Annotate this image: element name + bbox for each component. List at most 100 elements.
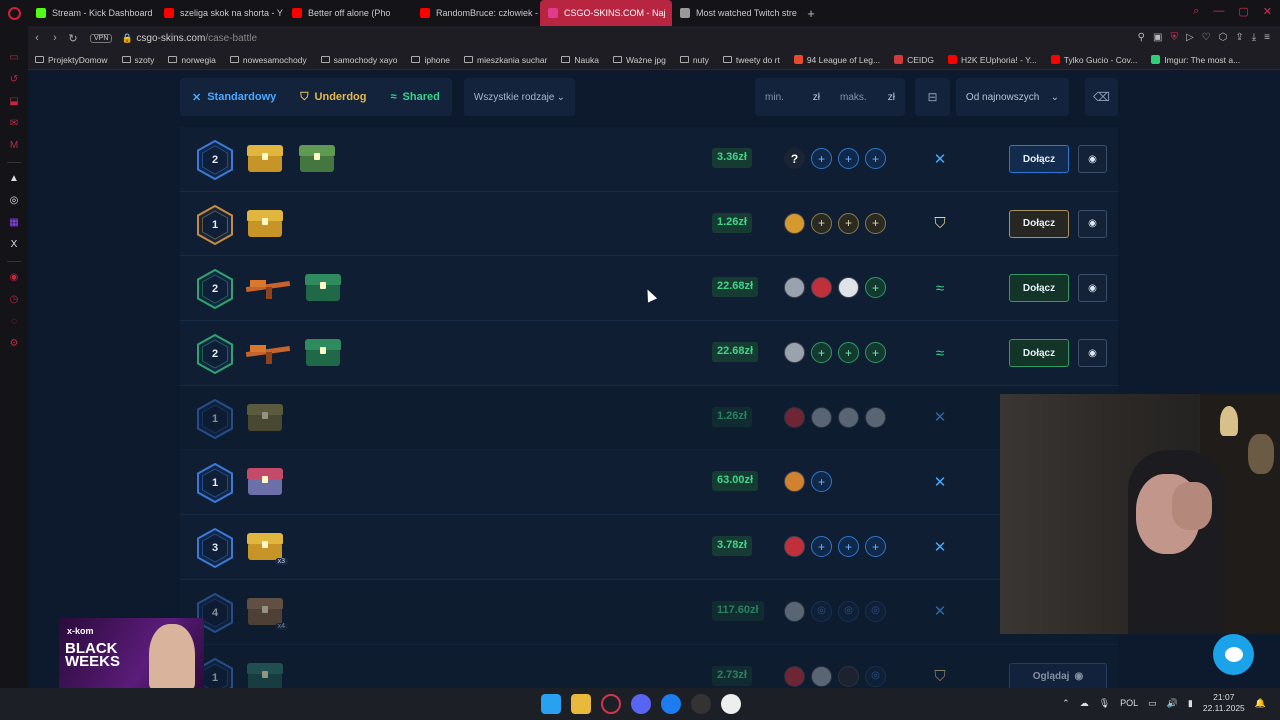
bookmark-item[interactable]: mieszkania suchar: [457, 55, 554, 65]
share-icon[interactable]: ⇪: [1235, 32, 1243, 43]
screenshot-icon[interactable]: ▣: [1153, 32, 1162, 43]
player-avatar[interactable]: [811, 665, 832, 687]
view-battle-eye-icon[interactable]: ◉: [1078, 274, 1107, 303]
join-slot-plus-icon[interactable]: +: [865, 342, 886, 364]
join-slot-plus-icon[interactable]: +: [811, 148, 832, 169]
join-battle-button[interactable]: Dołącz: [1009, 339, 1069, 368]
bookmark-item[interactable]: CEIDG: [887, 55, 941, 65]
bookmark-item[interactable]: Nauka: [554, 55, 606, 65]
bookmark-item[interactable]: iphone: [404, 55, 457, 65]
join-slot-plus-icon[interactable]: +: [811, 471, 832, 493]
view-battle-eye-icon[interactable]: ◉: [1078, 145, 1107, 173]
notification-bell-icon[interactable]: 🔔: [1255, 698, 1266, 709]
player-avatar[interactable]: [838, 406, 859, 428]
player-avatar[interactable]: [865, 406, 886, 428]
steam-icon[interactable]: ◎: [8, 195, 20, 207]
cloud-icon[interactable]: ☁: [1080, 698, 1089, 709]
join-slot-plus-icon[interactable]: +: [865, 148, 886, 169]
player-avatar[interactable]: [784, 536, 805, 558]
extensions-icon[interactable]: ⬡: [1219, 32, 1228, 43]
wallet-icon[interactable]: ⬓: [8, 96, 20, 108]
download-icon[interactable]: ⤓: [1252, 32, 1256, 43]
search-tabs-icon[interactable]: ⌕: [1193, 5, 1199, 18]
pin-icon[interactable]: ⚲: [1138, 32, 1145, 43]
reset-filters-button[interactable]: ⌫: [1085, 78, 1118, 116]
x-icon[interactable]: X: [8, 239, 20, 251]
history-icon[interactable]: ↺: [8, 74, 20, 86]
windows-start-icon[interactable]: [541, 694, 561, 714]
network-icon[interactable]: ▭: [1148, 698, 1157, 709]
close-window-button[interactable]: ✕: [1263, 5, 1272, 18]
player-avatar[interactable]: [838, 665, 859, 687]
menu-icon[interactable]: ≡: [1264, 32, 1270, 43]
min-price-input[interactable]: min. zł: [755, 92, 830, 103]
player-avatar[interactable]: [784, 665, 805, 687]
bookmark-item[interactable]: 94 League of Leg...: [787, 55, 887, 65]
player-avatar[interactable]: [838, 277, 859, 299]
taskbar-clock[interactable]: 21:07 22.11.2025: [1203, 692, 1245, 714]
player-icon[interactable]: ◉: [8, 272, 20, 284]
chrome-icon[interactable]: [721, 694, 741, 714]
forward-icon[interactable]: ›: [46, 32, 64, 44]
vpn-badge[interactable]: VPN: [90, 33, 113, 43]
volume-icon[interactable]: 🔊: [1167, 698, 1178, 709]
max-price-input[interactable]: maks. zł: [830, 92, 905, 103]
type-select[interactable]: Wszystkie rodzaje ⌄: [463, 78, 576, 116]
filter-shared-button[interactable]: ≈ Shared: [378, 78, 452, 116]
maximize-button[interactable]: ▢: [1238, 5, 1248, 18]
join-battle-button[interactable]: Dołącz: [1009, 274, 1069, 303]
clock-icon[interactable]: ◷: [8, 294, 20, 306]
case-filter-button[interactable]: ⊟: [915, 78, 950, 116]
join-battle-button[interactable]: Dołącz: [1009, 209, 1069, 238]
chat-icon[interactable]: ◌: [8, 316, 20, 328]
filter-underdog-button[interactable]: ⛉ Underdog: [288, 78, 379, 116]
join-slot-plus-icon[interactable]: +: [838, 342, 859, 364]
player-avatar[interactable]: [784, 471, 805, 493]
bookmark-item[interactable]: samochody xayo: [314, 55, 405, 65]
view-battle-eye-icon[interactable]: ◉: [1078, 339, 1107, 368]
discord-icon[interactable]: [631, 694, 651, 714]
bookmark-item[interactable]: Tylko Gucio - Cov...: [1044, 55, 1145, 65]
join-slot-plus-icon[interactable]: +: [865, 536, 886, 558]
player-avatar[interactable]: [784, 600, 805, 622]
heart-icon[interactable]: ♡: [1202, 32, 1211, 43]
player-avatar[interactable]: [784, 212, 805, 234]
microphone-icon[interactable]: 🎙: [1099, 698, 1110, 709]
join-slot-plus-icon[interactable]: +: [865, 212, 886, 234]
language-indicator[interactable]: POL: [1120, 698, 1138, 708]
new-tab-button[interactable]: +: [800, 6, 822, 21]
join-slot-plus-icon[interactable]: +: [811, 342, 832, 364]
kick-icon[interactable]: ▲: [8, 173, 20, 185]
sort-select[interactable]: Od najnowszych ⌄: [955, 78, 1070, 116]
workspace-icon[interactable]: ▭: [8, 52, 20, 64]
url-field[interactable]: csgo-skins.com/case-battle: [136, 33, 257, 44]
filter-standard-button[interactable]: ✕ Standardowy: [180, 78, 289, 116]
tray-expand-icon[interactable]: ⌃: [1062, 698, 1070, 709]
messenger-icon[interactable]: ✉: [8, 118, 20, 130]
back-icon[interactable]: ‹: [28, 32, 46, 44]
join-slot-plus-icon[interactable]: +: [811, 536, 832, 558]
player-avatar[interactable]: [811, 406, 832, 428]
file-explorer-icon[interactable]: [571, 694, 591, 714]
minimize-button[interactable]: —: [1213, 5, 1224, 18]
join-slot-plus-icon[interactable]: +: [838, 212, 859, 234]
view-battle-eye-icon[interactable]: ◉: [1078, 209, 1107, 238]
browser-tab[interactable]: Stream - Kick Dashboard: [28, 0, 156, 26]
shield-icon[interactable]: ⛨: [1170, 32, 1178, 43]
join-slot-plus-icon[interactable]: +: [865, 277, 886, 299]
mail-icon[interactable]: M: [8, 140, 20, 152]
player-avatar[interactable]: [811, 277, 832, 299]
support-chat-button[interactable]: [1213, 634, 1254, 675]
messenger-icon[interactable]: [661, 694, 681, 714]
browser-tab[interactable]: CSGO-SKINS.COM - Naj: [540, 0, 672, 26]
browser-tab[interactable]: Better off alone (Pho: [284, 0, 412, 26]
bookmark-item[interactable]: H2K EUphoria! - Y...: [941, 55, 1044, 65]
browser-tab[interactable]: szeliga skok na shorta - Y: [156, 0, 284, 26]
reload-icon[interactable]: ↻: [64, 32, 82, 45]
battery-icon[interactable]: ▮: [1188, 698, 1193, 709]
opera-gx-icon[interactable]: [601, 694, 621, 714]
play-icon[interactable]: ▷: [1186, 32, 1194, 43]
join-slot-plus-icon[interactable]: +: [838, 536, 859, 558]
bookmark-item[interactable]: nuty: [673, 55, 716, 65]
player-avatar[interactable]: [784, 277, 805, 299]
